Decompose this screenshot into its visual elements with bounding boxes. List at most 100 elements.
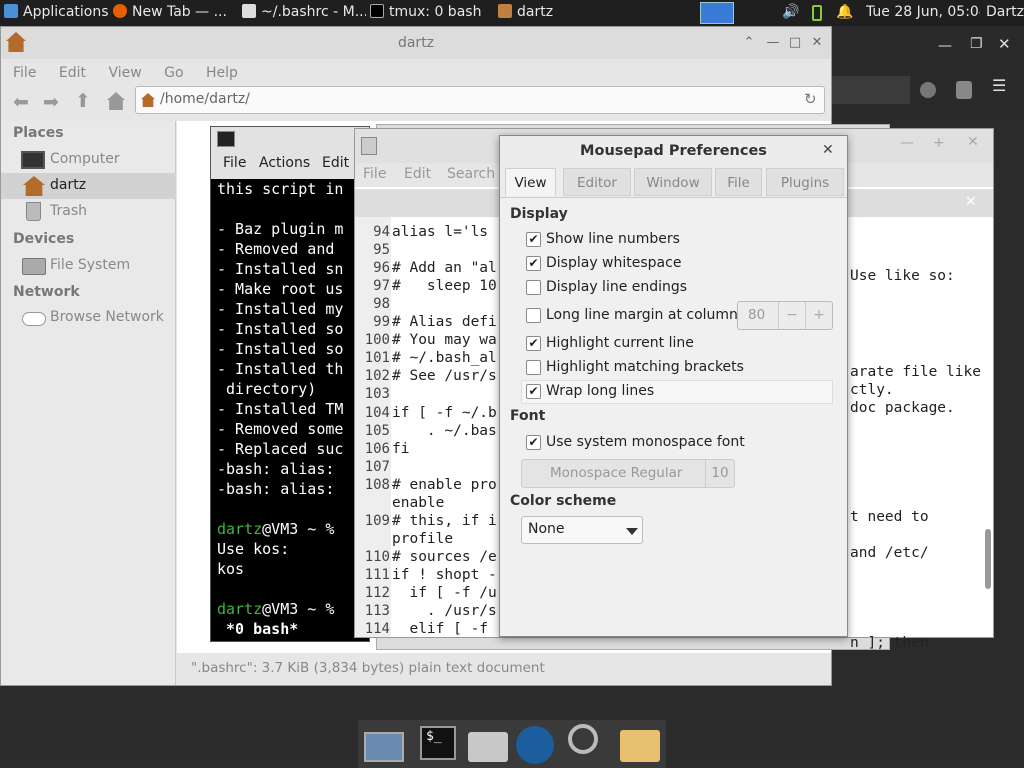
- terminal-menu-actions[interactable]: Actions: [259, 155, 310, 171]
- use-system-font-checkbox[interactable]: ✔: [526, 435, 541, 450]
- location-bar[interactable]: /home/dartz/ ↻: [135, 86, 825, 114]
- web-browser-icon[interactable]: [516, 726, 554, 764]
- tab-view[interactable]: View: [505, 168, 556, 196]
- task-tmux[interactable]: tmux: 0 bash: [370, 0, 484, 26]
- menu-file[interactable]: File: [13, 65, 36, 81]
- line-number: 103: [364, 386, 390, 403]
- menu-edit[interactable]: Edit: [59, 65, 86, 81]
- line-number: 111: [364, 566, 390, 583]
- firefox-window: — ❐ ✕ ☰: [832, 26, 1024, 116]
- sidebar-item-filesystem[interactable]: File System: [1, 253, 176, 279]
- terminal-icon[interactable]: $_: [420, 726, 456, 760]
- close-icon[interactable]: ✕: [807, 27, 827, 59]
- url-bar[interactable]: [832, 76, 910, 104]
- workspace-switcher[interactable]: [700, 2, 734, 24]
- folder-icon[interactable]: [620, 730, 660, 762]
- menu-file[interactable]: File: [363, 166, 386, 182]
- menubar: File Edit View Go Help: [1, 59, 831, 87]
- tab-window[interactable]: Window: [634, 168, 712, 196]
- long-line-margin-checkbox[interactable]: [526, 308, 541, 323]
- trash-icon: [26, 202, 41, 221]
- scrollbar[interactable]: [985, 529, 991, 589]
- file-manager-titlebar[interactable]: dartz ⌃ — □ ✕: [1, 27, 831, 59]
- minimize-icon[interactable]: —: [900, 135, 914, 151]
- notifications-bell-icon[interactable]: 🔔: [836, 0, 854, 26]
- dialog-title[interactable]: Mousepad Preferences: [500, 136, 847, 166]
- font-chooser-button[interactable]: Monospace Regular 10: [521, 459, 735, 488]
- color-scheme-value: None: [528, 521, 565, 537]
- user-name[interactable]: Dartz: [986, 0, 1024, 26]
- task-mousepad[interactable]: ~/.bashrc - M...: [242, 0, 366, 26]
- tab-editor[interactable]: Editor: [563, 168, 631, 196]
- wrap-long-lines-checkbox[interactable]: ✔: [526, 384, 541, 399]
- code-line: # sleep 10: [392, 278, 497, 295]
- minimize-icon[interactable]: —: [938, 38, 952, 54]
- battery-icon[interactable]: [812, 5, 822, 21]
- private-mask-icon[interactable]: [920, 82, 936, 98]
- places-header: Places: [13, 125, 64, 141]
- cloud-icon: [22, 312, 46, 326]
- show-line-numbers-checkbox[interactable]: ✔: [526, 232, 541, 247]
- code-line-fragment: ctly.: [850, 382, 894, 399]
- volume-icon[interactable]: 🔊: [782, 0, 800, 26]
- terminal-line: - Make root us: [217, 280, 344, 298]
- sidebar-item-label: Browse Network: [50, 309, 164, 325]
- maximize-icon[interactable]: +: [933, 135, 945, 151]
- menu-view[interactable]: View: [108, 65, 141, 81]
- sidebar: Places Computer dartz Trash Devices File…: [1, 121, 176, 685]
- task-dartz[interactable]: dartz: [498, 0, 562, 26]
- display-line-endings-checkbox[interactable]: [526, 280, 541, 295]
- code-line-fragment: arate file like: [850, 364, 981, 381]
- sidebar-item-label: dartz: [50, 177, 87, 193]
- menu-edit[interactable]: Edit: [404, 166, 431, 182]
- menu-search[interactable]: Search: [447, 166, 495, 182]
- terminal-line: - Baz plugin m: [217, 220, 344, 238]
- increment-button[interactable]: +: [805, 302, 832, 329]
- sidebar-item-trash[interactable]: Trash: [1, 199, 176, 225]
- close-icon[interactable]: ✕: [822, 142, 834, 158]
- decrement-button[interactable]: −: [778, 302, 805, 329]
- sidebar-item-dartz[interactable]: dartz: [1, 173, 176, 199]
- menu-go[interactable]: Go: [164, 65, 183, 81]
- terminal-menu-edit[interactable]: Edit: [322, 155, 349, 171]
- applications-menu[interactable]: Applications: [4, 0, 108, 26]
- highlight-current-line-checkbox[interactable]: ✔: [526, 336, 541, 351]
- line-number: 96: [373, 260, 390, 277]
- up-arrow-icon[interactable]: ⬆: [75, 90, 91, 112]
- menu-help[interactable]: Help: [206, 65, 238, 81]
- highlight-matching-brackets-checkbox[interactable]: [526, 360, 541, 375]
- terminal-line: - Removed some: [217, 420, 344, 438]
- close-icon[interactable]: ✕: [967, 134, 979, 150]
- close-icon[interactable]: ✕: [998, 35, 1011, 53]
- display-whitespace-checkbox[interactable]: ✔: [526, 256, 541, 271]
- search-icon[interactable]: [568, 724, 598, 754]
- home-button-icon[interactable]: [107, 92, 125, 110]
- show-desktop-icon[interactable]: [364, 732, 404, 762]
- tab-file[interactable]: File: [715, 168, 762, 196]
- reload-icon[interactable]: ↻: [804, 90, 817, 108]
- margin-column-spinner[interactable]: 80 − +: [737, 301, 833, 330]
- task-new-tab[interactable]: New Tab — ...: [113, 0, 235, 26]
- terminal-output[interactable]: this script in - Baz plugin m - Removed an…: [211, 179, 369, 641]
- maximize-icon[interactable]: □: [785, 27, 805, 59]
- shade-icon[interactable]: ⌃: [739, 27, 759, 59]
- code-line: fi: [392, 440, 410, 457]
- back-arrow-icon[interactable]: ⬅: [13, 91, 29, 113]
- file-manager-icon[interactable]: [468, 732, 508, 762]
- sidebar-item-computer[interactable]: Computer: [1, 147, 176, 173]
- tab-close-icon[interactable]: ✕: [965, 194, 977, 210]
- terminal-menu-file[interactable]: File: [223, 155, 246, 171]
- color-scheme-select[interactable]: None: [521, 516, 643, 544]
- sidebar-item-network[interactable]: Browse Network: [1, 305, 176, 331]
- ublock-icon[interactable]: [956, 81, 972, 99]
- minimize-icon[interactable]: —: [763, 27, 783, 59]
- terminal-line: - Installed sn: [217, 260, 344, 278]
- restore-icon[interactable]: ❐: [970, 36, 983, 52]
- tab-plugins[interactable]: Plugins: [766, 168, 844, 196]
- clock[interactable]: Tue 28 Jun, 05:04: [866, 0, 980, 26]
- forward-arrow-icon[interactable]: ➡: [43, 91, 59, 113]
- hamburger-menu-icon[interactable]: ☰: [992, 76, 1006, 95]
- prompt-host: @VM3 ~ %: [262, 600, 344, 618]
- line-number: 100: [364, 332, 390, 349]
